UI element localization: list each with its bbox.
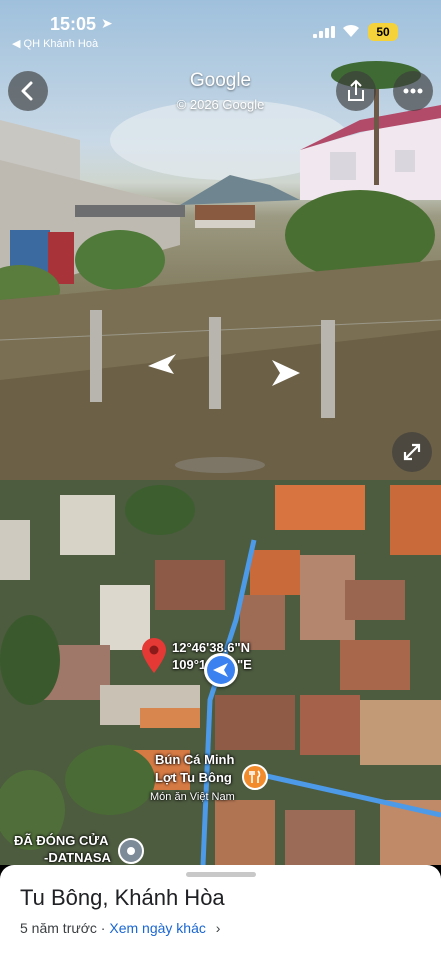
poi-category: Món ăn Việt Nam bbox=[150, 791, 235, 803]
street-view-panorama[interactable]: 15:05 ➤ ◀ QH Khánh Hoà 50 Google © 2026 … bbox=[0, 0, 441, 480]
back-to-app-link[interactable]: ◀ QH Khánh Hoà bbox=[12, 37, 98, 50]
status-time: 15:05 bbox=[50, 14, 97, 34]
arrow-right-icon bbox=[272, 360, 300, 386]
see-other-dates-link[interactable]: Xem ngày khác bbox=[109, 920, 206, 936]
chevron-right-icon[interactable]: › bbox=[216, 920, 221, 936]
imagery-age: 5 năm trước · bbox=[20, 920, 110, 936]
closed-place-label-line2[interactable]: -DATNASA bbox=[44, 850, 111, 865]
coordinates-line1: 12°46'38.6"N bbox=[172, 640, 251, 655]
closed-place-label-line1[interactable]: ĐÃ ĐÓNG CỬA bbox=[14, 833, 109, 849]
street-view-direction-marker[interactable] bbox=[204, 653, 238, 687]
expand-icon bbox=[403, 443, 421, 461]
move-right-arrow[interactable] bbox=[270, 358, 302, 397]
closed-place-marker[interactable] bbox=[118, 838, 144, 864]
imagery-date-row: 5 năm trước · Xem ngày khác › bbox=[20, 920, 220, 936]
poi-name-line2[interactable]: Lợt Tu Bông bbox=[155, 770, 232, 786]
status-bar: 15:05 ➤ ◀ QH Khánh Hoà 50 bbox=[0, 0, 441, 52]
arrow-left-icon bbox=[148, 354, 176, 374]
share-button[interactable] bbox=[336, 71, 376, 111]
location-pin[interactable] bbox=[141, 638, 167, 674]
map-pin-icon bbox=[142, 638, 166, 673]
place-dot-icon bbox=[127, 847, 135, 855]
more-options-button[interactable] bbox=[393, 71, 433, 111]
share-icon bbox=[348, 79, 364, 101]
wifi-icon bbox=[342, 24, 360, 41]
satellite-map[interactable]: 12°46'38.6"N 109°1 "E Bún Cá Minh Lợt Tu… bbox=[0, 480, 441, 865]
restaurant-marker[interactable] bbox=[242, 764, 268, 790]
location-arrow-icon: ➤ bbox=[101, 15, 113, 31]
place-title: Tu Bông, Khánh Hòa bbox=[20, 885, 225, 910]
poi-name-line1[interactable]: Bún Cá Minh bbox=[155, 752, 234, 768]
battery-indicator: 50 bbox=[368, 23, 398, 41]
coordinates-line2: 109°1 bbox=[172, 657, 207, 672]
navigation-arrow-icon bbox=[213, 663, 228, 677]
move-left-arrow[interactable] bbox=[146, 346, 178, 385]
cellular-signal-icon bbox=[313, 26, 335, 38]
sheet-drag-handle[interactable] bbox=[186, 872, 256, 877]
place-info-sheet[interactable]: Tu Bông, Khánh Hòa 5 năm trước · Xem ngà… bbox=[0, 865, 441, 960]
fork-knife-icon bbox=[249, 770, 261, 783]
expand-button[interactable] bbox=[392, 432, 432, 472]
more-horizontal-icon bbox=[403, 88, 423, 94]
coordinates-line2-end: "E bbox=[237, 657, 252, 672]
